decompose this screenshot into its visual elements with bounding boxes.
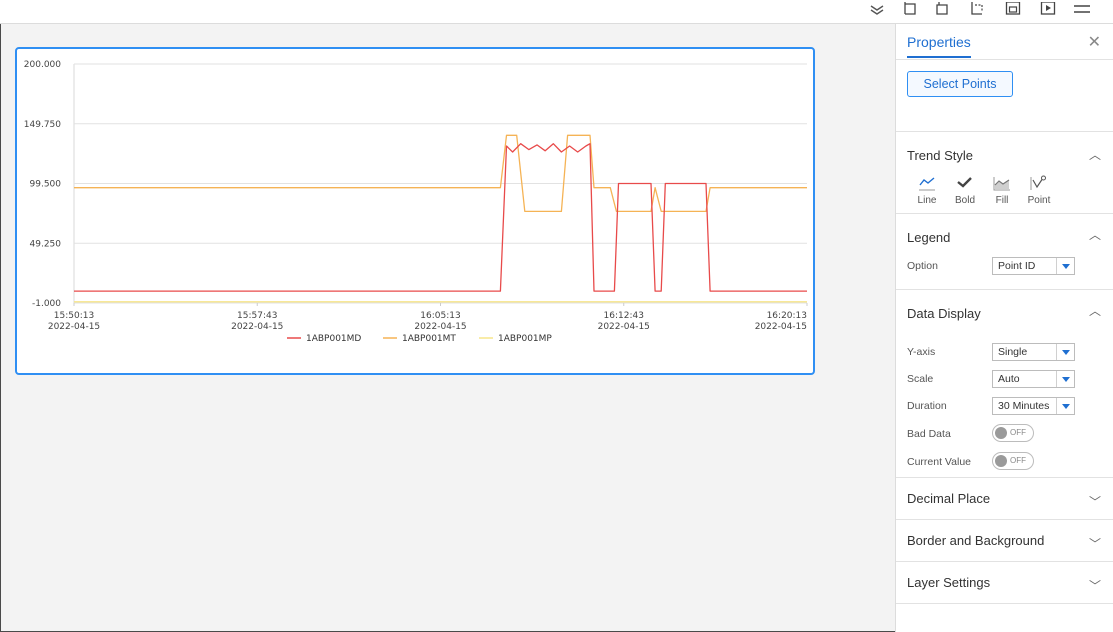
style-label: Line (917, 195, 937, 206)
x-tick-date: 2022-04-15 (598, 322, 650, 332)
y-tick-label: 49.250 (30, 239, 62, 249)
toggle-state: OFF (1010, 428, 1026, 437)
duration-value: 30 Minutes (998, 400, 1050, 412)
legend-item-label: 1ABP001MD (306, 334, 361, 344)
panel-header: Properties ✕ (896, 24, 1113, 60)
current-value-label: Current Value (907, 456, 972, 468)
y-tick-label: -1.000 (32, 299, 61, 309)
toggle-knob (995, 455, 1007, 467)
scale-label: Scale (907, 373, 934, 385)
current-value-toggle[interactable]: OFF (992, 452, 1034, 470)
chevron-up-icon[interactable]: ︿ (1089, 302, 1101, 319)
x-tick-time: 16:05:13 (420, 311, 460, 321)
x-tick-date: 2022-04-15 (231, 322, 283, 332)
layers-icon[interactable] (866, 0, 888, 18)
dropdown-arrow-icon (1056, 344, 1074, 360)
y-tick-label: 200.000 (24, 60, 61, 70)
align-center-icon[interactable] (931, 0, 953, 18)
bad-data-label: Bad Data (907, 428, 951, 440)
data-display-title: Data Display (907, 306, 981, 321)
trend-style-line[interactable]: Line (912, 174, 942, 206)
trend-chart-widget[interactable]: 200.000 149.750 99.500 49.250 -1.000 15:50:13… (15, 47, 815, 375)
toggle-knob (995, 427, 1007, 439)
legend-option-label: Option (907, 260, 938, 272)
select-points-button[interactable]: Select Points (907, 71, 1013, 97)
yaxis-label: Y-axis (907, 346, 936, 358)
x-tick-date: 2022-04-15 (755, 322, 807, 332)
toggle-state: OFF (1010, 456, 1026, 465)
layer-settings-title: Layer Settings (907, 575, 991, 590)
scale-value: Auto (998, 373, 1020, 385)
dropdown-arrow-icon (1056, 258, 1074, 274)
trend-style-point[interactable]: Point (1024, 174, 1054, 206)
dropdown-arrow-icon (1056, 371, 1074, 387)
duration-select[interactable]: 30 Minutes (992, 397, 1075, 415)
frame-icon[interactable] (1002, 0, 1024, 18)
point-style-icon (1024, 174, 1054, 192)
legend-item-label: 1ABP001MP (498, 334, 552, 344)
style-label: Fill (995, 195, 1009, 206)
x-tick-time: 15:57:43 (237, 311, 277, 321)
border-background-section[interactable]: Border and Background ﹀ (896, 520, 1113, 562)
decimal-place-section[interactable]: Decimal Place ﹀ (896, 478, 1113, 520)
preview-icon[interactable] (1037, 0, 1059, 18)
y-tick-label: 149.750 (24, 120, 61, 130)
align-left-icon[interactable] (899, 0, 921, 18)
trend-style-section: Trend Style ︿ Line Bold Fill Point (896, 132, 1113, 214)
chevron-down-icon[interactable]: ﹀ (1089, 493, 1101, 510)
x-tick-date: 2022-04-15 (48, 322, 100, 332)
align-right-icon[interactable] (966, 0, 988, 18)
style-label: Point (1027, 195, 1051, 206)
yaxis-value: Single (998, 346, 1028, 358)
menu-icon[interactable] (1071, 0, 1093, 18)
properties-panel: Properties ✕ Select Points Trend Style ︿… (895, 24, 1113, 632)
top-toolbar (0, 0, 1113, 24)
layer-settings-section[interactable]: Layer Settings ﹀ (896, 562, 1113, 604)
trend-style-fill[interactable]: Fill (987, 174, 1017, 206)
y-tick-label: 99.500 (30, 180, 62, 190)
yaxis-select[interactable]: Single (992, 343, 1075, 361)
legend-option-value: Point ID (998, 260, 1036, 272)
chevron-down-icon[interactable]: ﹀ (1089, 577, 1101, 594)
legend-section: Legend ︿ Option Point ID (896, 214, 1113, 290)
chevron-down-icon[interactable]: ﹀ (1089, 535, 1101, 552)
chevron-up-icon[interactable]: ︿ (1089, 146, 1101, 163)
select-points-section: Select Points (896, 60, 1113, 132)
dropdown-arrow-icon (1056, 398, 1074, 414)
x-tick-time: 16:12:43 (604, 311, 644, 321)
fill-style-icon (987, 174, 1017, 192)
bold-style-icon (950, 174, 980, 192)
close-icon[interactable]: ✕ (1088, 32, 1101, 52)
series-line-1abp001mt (74, 134, 807, 213)
legend-option-select[interactable]: Point ID (992, 257, 1075, 275)
x-tick-time: 15:50:13 (54, 311, 94, 321)
decimal-place-title: Decimal Place (907, 491, 991, 506)
duration-label: Duration (907, 400, 947, 412)
chevron-up-icon[interactable]: ︿ (1089, 226, 1101, 243)
x-tick-date: 2022-04-15 (414, 322, 466, 332)
properties-tab[interactable]: Properties (907, 34, 971, 58)
legend-item-label: 1ABP001MT (402, 334, 456, 344)
style-label: Bold (954, 195, 975, 206)
series-line-1abp001md (74, 143, 807, 292)
x-tick-time: 16:20:13 (767, 311, 807, 321)
trend-chart: 200.000 149.750 99.500 49.250 -1.000 15:50:13… (24, 60, 808, 344)
scale-select[interactable]: Auto (992, 370, 1075, 388)
bad-data-toggle[interactable]: OFF (992, 424, 1034, 442)
line-style-icon (912, 174, 942, 192)
trend-style-title: Trend Style (907, 148, 973, 163)
data-display-section: Data Display ︿ Y-axis Single Scale Auto … (896, 290, 1113, 478)
border-background-title: Border and Background (907, 533, 1045, 548)
trend-style-bold[interactable]: Bold (950, 174, 980, 206)
legend-title: Legend (907, 230, 951, 245)
